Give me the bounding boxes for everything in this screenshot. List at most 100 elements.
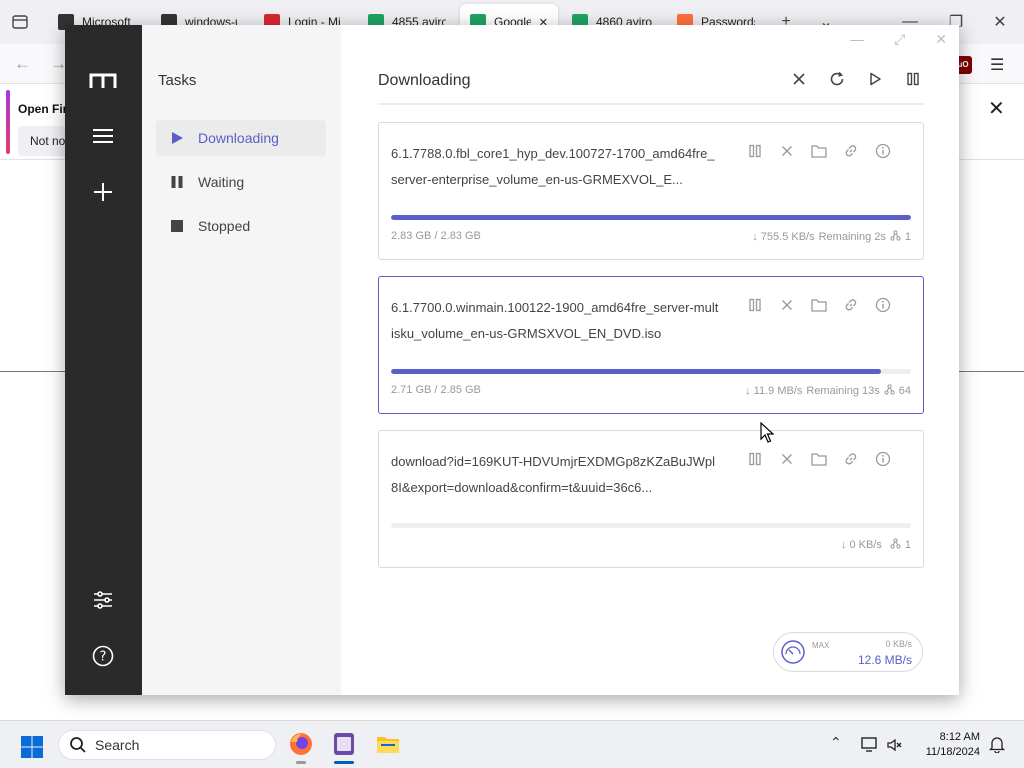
task-speed: ↓ 0 KB/s <box>840 539 882 551</box>
windows-start-icon[interactable] <box>20 735 44 759</box>
delete-icon[interactable] <box>779 451 795 467</box>
notification-title: Open Fir <box>18 102 68 116</box>
task-toolbar <box>789 69 923 89</box>
task-speed: ↓ 755.5 KB/s <box>752 231 815 243</box>
hamburger-menu-icon[interactable]: ☰ <box>990 55 1004 75</box>
info-icon[interactable] <box>875 451 891 467</box>
resume-all-icon[interactable] <box>865 69 885 89</box>
pause-icon[interactable] <box>747 451 763 467</box>
info-icon[interactable] <box>875 297 891 313</box>
svg-text:?: ? <box>100 650 107 665</box>
task-name: download?id=169KUT-HDVUmjrEXDMGp8zKZaBuJ… <box>391 454 716 495</box>
delete-icon[interactable] <box>779 297 795 313</box>
notification-bell-icon[interactable] <box>988 735 1006 753</box>
sidebar-item-waiting[interactable]: Waiting <box>156 164 326 200</box>
refresh-icon[interactable] <box>827 69 847 89</box>
minimize-icon[interactable]: — <box>850 31 864 48</box>
app-logo-icon <box>87 65 119 97</box>
taskbar-search[interactable]: Search <box>58 730 276 760</box>
task-progress-bar <box>391 523 911 528</box>
task-stats: ↓ 0 KB/s 1 <box>841 538 911 552</box>
sidebar-item-label: Stopped <box>198 218 251 234</box>
firefox-icon[interactable] <box>288 731 314 757</box>
sidebar-item-label: Waiting <box>198 174 245 190</box>
clock-time: 8:12 AM <box>939 731 980 743</box>
clock[interactable]: 8:12 AM 11/18/2024 <box>904 730 980 760</box>
help-icon[interactable]: ? <box>87 640 119 672</box>
app-rail: ? <box>65 25 142 695</box>
tasks-sidebar: Tasks Downloading Waiting Stopped <box>142 25 341 695</box>
close-window-icon[interactable]: ✕ <box>990 12 1010 32</box>
pause-icon[interactable] <box>747 143 763 159</box>
search-label: Search <box>95 737 140 753</box>
task-connections: 1 <box>904 539 911 551</box>
task-progress-bar <box>391 215 911 220</box>
settings-sliders-icon[interactable] <box>87 584 119 616</box>
task-remaining: Remaining 13s <box>806 385 880 397</box>
clock-date: 11/18/2024 <box>925 746 980 758</box>
connections-icon <box>890 538 901 552</box>
task-speed: ↓ 11.9 MB/s <box>745 385 803 397</box>
stop-icon <box>171 220 183 232</box>
download-manager-window: ? Tasks Downloading Waiting Stopped — ⤢ ✕ … <box>65 25 959 695</box>
task-card[interactable]: download?id=169KUT-HDVUmjrEXDMGp8zKZaBuJ… <box>378 430 924 568</box>
back-icon[interactable]: ← <box>14 54 31 74</box>
sidebar-item-downloading[interactable]: Downloading <box>156 120 326 156</box>
volume-muted-icon[interactable] <box>886 737 902 753</box>
header-divider <box>378 103 924 105</box>
speed-meter[interactable]: MAX 0 KB/s 12.6 MB/s <box>773 632 923 672</box>
folder-icon[interactable] <box>811 143 827 159</box>
task-list-panel: — ⤢ ✕ Downloading 6.1.7788.0.fbl_core1_h… <box>341 25 959 695</box>
taskbar: Search ⌃ 8:12 AM 11/18/2024 <box>0 720 1024 768</box>
tab-overview-icon[interactable] <box>10 12 30 32</box>
add-task-icon[interactable] <box>87 176 119 208</box>
motrix-taskbar-icon[interactable] <box>331 731 357 757</box>
download-speed: 12.6 MB/s <box>857 653 912 667</box>
notification-accent <box>6 90 10 154</box>
sidebar-item-stopped[interactable]: Stopped <box>156 208 326 244</box>
task-card[interactable]: 6.1.7788.0.fbl_core1_hyp_dev.100727-1700… <box>378 122 924 260</box>
task-card[interactable]: 6.1.7700.0.winmain.100122-1900_amd64fre_… <box>378 276 924 414</box>
connections-icon <box>884 384 895 398</box>
connections-icon <box>890 230 901 244</box>
notification-close-icon[interactable]: ✕ <box>988 96 1005 121</box>
task-progress-fill <box>391 215 911 220</box>
page-title: Downloading <box>378 72 471 89</box>
sidebar-title: Tasks <box>158 72 197 89</box>
speedometer-icon <box>781 640 805 664</box>
delete-all-icon[interactable] <box>789 69 809 89</box>
task-stats: ↓ 755.5 KB/s Remaining 2s 1 <box>752 230 911 244</box>
pause-all-icon[interactable] <box>903 69 923 89</box>
link-icon[interactable] <box>843 297 859 313</box>
link-icon[interactable] <box>843 143 859 159</box>
sidebar-item-label: Downloading <box>198 130 279 146</box>
info-icon[interactable] <box>875 143 891 159</box>
close-icon[interactable]: ✕ <box>935 31 947 48</box>
speed-max-label: MAX <box>812 641 830 650</box>
pause-icon[interactable] <box>747 297 763 313</box>
maximize-icon[interactable]: ⤢ <box>894 31 905 48</box>
task-connections: 1 <box>904 231 911 243</box>
task-progress-bar <box>391 369 911 374</box>
task-size: 2.71 GB / 2.85 GB <box>391 384 481 396</box>
delete-icon[interactable] <box>779 143 795 159</box>
task-actions <box>747 143 891 159</box>
task-name: 6.1.7788.0.fbl_core1_hyp_dev.100727-1700… <box>391 146 715 187</box>
task-connections: 64 <box>898 385 911 397</box>
folder-icon[interactable] <box>811 297 827 313</box>
play-icon <box>172 132 183 144</box>
task-actions <box>747 297 891 313</box>
folder-icon[interactable] <box>811 451 827 467</box>
menu-icon[interactable] <box>87 120 119 152</box>
task-size: 2.83 GB / 2.83 GB <box>391 230 481 242</box>
upload-speed: 0 KB/s <box>885 639 912 649</box>
file-explorer-icon[interactable] <box>375 731 401 757</box>
chevron-up-icon[interactable]: ⌃ <box>830 734 842 751</box>
search-icon <box>70 737 86 753</box>
network-icon[interactable] <box>860 735 878 753</box>
motrix-indicator <box>334 761 354 764</box>
window-controls: — ⤢ ✕ <box>850 31 947 48</box>
mouse-cursor-icon <box>760 422 774 443</box>
task-name: 6.1.7700.0.winmain.100122-1900_amd64fre_… <box>391 300 719 341</box>
link-icon[interactable] <box>843 451 859 467</box>
